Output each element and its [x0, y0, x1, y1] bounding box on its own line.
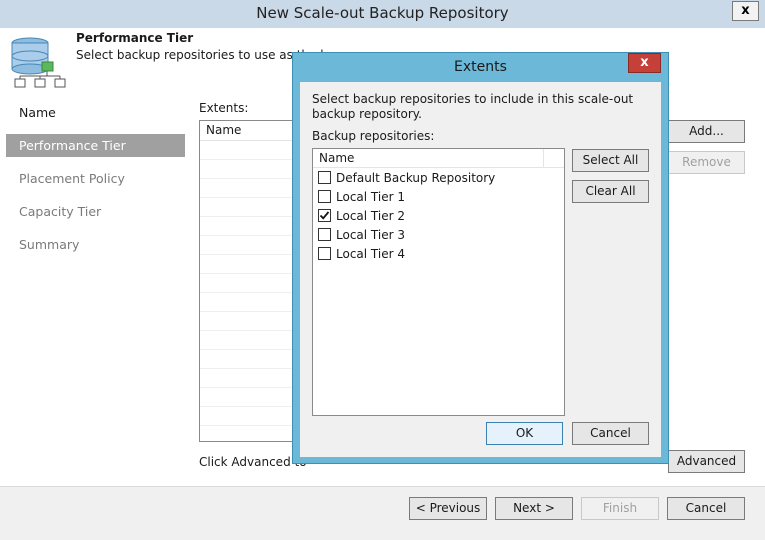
advanced-button[interactable]: Advanced	[668, 450, 745, 473]
backup-repositories-label: Backup repositories:	[312, 129, 435, 143]
dialog-close-button[interactable]: x	[628, 53, 661, 73]
ok-button[interactable]: OK	[486, 422, 563, 445]
checkbox-unchecked[interactable]	[318, 171, 331, 184]
sidebar-item-performance-tier[interactable]: Performance Tier	[6, 134, 185, 157]
remove-button[interactable]: Remove	[668, 151, 745, 174]
column-separator[interactable]	[543, 149, 544, 168]
dialog-title: Extents	[454, 59, 507, 75]
window-titlebar: New Scale-out Backup Repository x	[0, 0, 765, 28]
extents-dialog: Extents x Select backup repositories to …	[292, 52, 669, 464]
wizard-sidebar: Name Performance Tier Placement Policy C…	[0, 94, 186, 486]
clear-all-button[interactable]: Clear All	[572, 180, 649, 203]
select-all-button[interactable]: Select All	[572, 149, 649, 172]
finish-button[interactable]: Finish	[581, 497, 659, 520]
list-item[interactable]: Local Tier 3	[313, 225, 564, 244]
checkbox-unchecked[interactable]	[318, 228, 331, 241]
repository-name: Local Tier 1	[336, 189, 405, 204]
repositories-column-name[interactable]: Name	[313, 149, 564, 168]
sidebar-item-summary[interactable]: Summary	[6, 233, 185, 256]
cancel-button[interactable]: Cancel	[667, 497, 745, 520]
next-button[interactable]: Next >	[495, 497, 573, 520]
repository-name: Local Tier 4	[336, 246, 405, 261]
sidebar-item-placement-policy[interactable]: Placement Policy	[6, 167, 185, 190]
sidebar-item-capacity-tier[interactable]: Capacity Tier	[6, 200, 185, 223]
dialog-cancel-button[interactable]: Cancel	[572, 422, 649, 445]
list-item[interactable]: Local Tier 2	[313, 206, 564, 225]
check-icon	[319, 211, 330, 220]
advanced-hint-text: Click Advanced to	[199, 455, 307, 469]
backup-repositories-list[interactable]: Name Default Backup Repository Local Tier…	[312, 148, 565, 416]
page-title: Performance Tier	[76, 31, 194, 45]
extents-label: Extents:	[199, 101, 249, 115]
dialog-body: Select backup repositories to include in…	[300, 82, 661, 457]
add-button[interactable]: Add...	[668, 120, 745, 143]
checkbox-unchecked[interactable]	[318, 247, 331, 260]
checkbox-unchecked[interactable]	[318, 190, 331, 203]
wizard-footer: < Previous Next > Finish Cancel	[0, 486, 765, 540]
checkbox-checked[interactable]	[318, 209, 331, 222]
list-item[interactable]: Local Tier 4	[313, 244, 564, 263]
column-header-label: Name	[319, 151, 355, 165]
sidebar-item-name[interactable]: Name	[6, 101, 185, 124]
repository-name: Local Tier 3	[336, 227, 405, 242]
list-item[interactable]: Local Tier 1	[313, 187, 564, 206]
repository-icon	[11, 37, 66, 88]
window-close-button[interactable]: x	[732, 1, 759, 21]
window-title: New Scale-out Backup Repository	[256, 4, 509, 22]
repository-name: Local Tier 2	[336, 208, 405, 223]
dialog-description: Select backup repositories to include in…	[312, 92, 634, 121]
repository-rows: Default Backup Repository Local Tier 1 Loc…	[313, 168, 564, 263]
previous-button[interactable]: < Previous	[409, 497, 487, 520]
repository-name: Default Backup Repository	[336, 170, 496, 185]
list-item[interactable]: Default Backup Repository	[313, 168, 564, 187]
